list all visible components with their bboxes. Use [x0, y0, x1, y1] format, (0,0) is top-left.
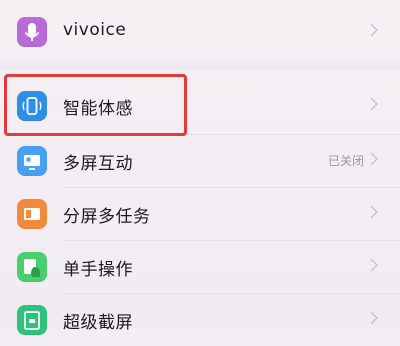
settings-item-vivoice[interactable]: vivoice: [0, 6, 400, 58]
microphone-icon: [17, 17, 47, 47]
split-screen-icon: [17, 199, 47, 229]
settings-item-label: vivoice: [63, 20, 127, 40]
settings-item-one-hand[interactable]: 单手操作: [0, 241, 400, 293]
chevron-right-icon: [370, 205, 378, 219]
settings-item-super-screenshot[interactable]: 超级截屏: [0, 294, 400, 346]
highlight-box: [4, 74, 187, 136]
section-separator: [0, 62, 400, 70]
settings-item-label: 分屏多任务: [63, 207, 151, 227]
chevron-right-icon: [370, 97, 378, 111]
one-hand-icon: [17, 252, 47, 282]
screen-cast-icon: [17, 146, 47, 176]
settings-item-split-screen[interactable]: 分屏多任务: [0, 188, 400, 240]
chevron-right-icon: [370, 23, 378, 37]
chevron-right-icon: [370, 258, 378, 272]
settings-item-label: 超级截屏: [63, 313, 133, 333]
settings-item-label: 单手操作: [63, 260, 133, 280]
screenshot-icon: [17, 305, 47, 335]
chevron-right-icon: [370, 152, 378, 166]
settings-item-label: 多屏互动: [63, 154, 133, 174]
status-text: 已关闭: [327, 154, 364, 168]
chevron-right-icon: [370, 311, 378, 325]
settings-screen: vivoice 智能体感 多屏互动 已关闭 分屏多任务 单手操作 超级截屏: [0, 0, 400, 335]
settings-item-multi-screen[interactable]: 多屏互动 已关闭: [0, 135, 400, 187]
